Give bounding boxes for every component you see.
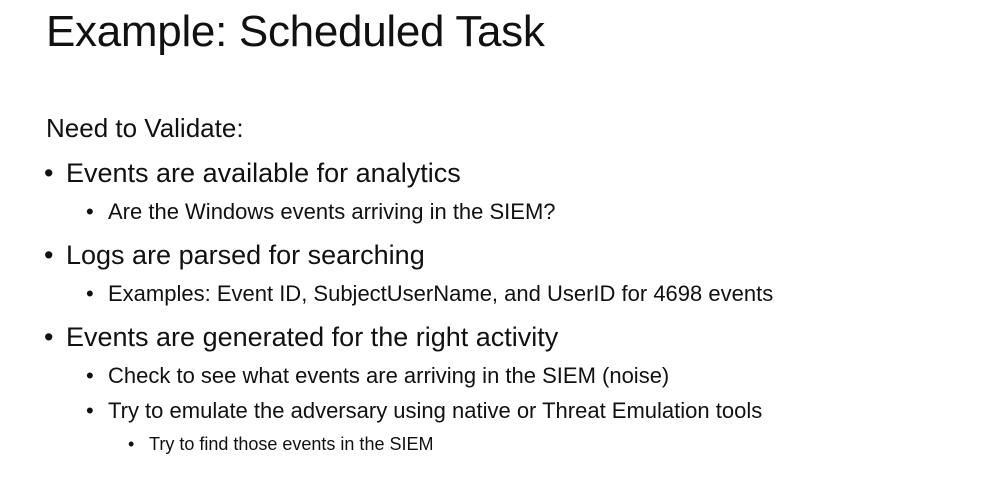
sub-bullet-item: • Are the Windows events arriving in the… bbox=[86, 197, 556, 227]
sub-bullet-item: • Check to see what events are arriving … bbox=[86, 361, 669, 391]
bullet-text: Logs are parsed for searching bbox=[66, 240, 425, 270]
bullet-text: Events are generated for the right activ… bbox=[66, 322, 559, 352]
sub-bullet-item: • Try to emulate the adversary using nat… bbox=[86, 396, 762, 426]
bullet-text: Try to emulate the adversary using nativ… bbox=[108, 398, 763, 423]
bullet-item: • Logs are parsed for searching bbox=[44, 237, 425, 273]
bullet-item: • Events are generated for the right act… bbox=[44, 319, 558, 355]
slide: Example: Scheduled Task Need to Validate… bbox=[0, 0, 981, 478]
bullet-glyph: • bbox=[86, 281, 94, 306]
bullet-glyph: • bbox=[44, 322, 54, 352]
bullet-glyph: • bbox=[44, 240, 54, 270]
bullet-text: Are the Windows events arriving in the S… bbox=[108, 199, 556, 224]
bullet-item: • Events are available for analytics bbox=[44, 155, 461, 191]
bullet-text: Check to see what events are arriving in… bbox=[108, 363, 670, 388]
bullet-glyph: • bbox=[44, 158, 54, 188]
bullet-text: Try to find those events in the SIEM bbox=[149, 434, 434, 454]
sub-sub-bullet-item: • Try to find those events in the SIEM bbox=[128, 431, 433, 457]
slide-title: Example: Scheduled Task bbox=[46, 7, 545, 56]
bullet-glyph: • bbox=[86, 363, 94, 388]
bullet-glyph: • bbox=[86, 199, 94, 224]
bullet-glyph: • bbox=[128, 434, 135, 454]
bullet-text: Events are available for analytics bbox=[66, 158, 461, 188]
bullet-text: Examples: Event ID, SubjectUserName, and… bbox=[108, 281, 774, 306]
intro-text: Need to Validate: bbox=[46, 113, 244, 143]
bullet-glyph: • bbox=[86, 398, 94, 423]
sub-bullet-item: • Examples: Event ID, SubjectUserName, a… bbox=[86, 279, 773, 309]
